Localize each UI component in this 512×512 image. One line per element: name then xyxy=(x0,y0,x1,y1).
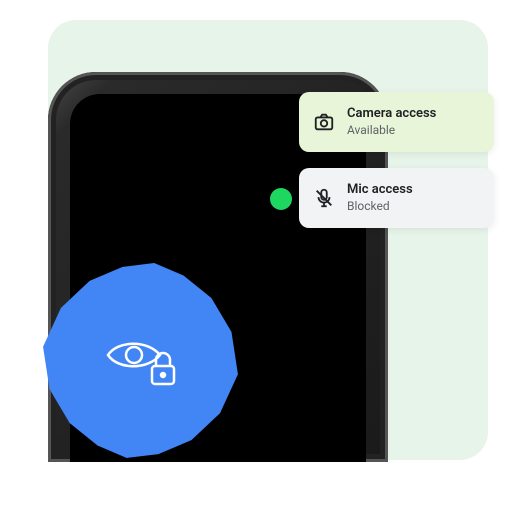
eye-lock-icon xyxy=(100,330,185,390)
camera-icon xyxy=(313,111,335,133)
camera-access-notification: Camera access Available xyxy=(299,92,494,152)
mic-access-notification: Mic access Blocked xyxy=(299,168,494,228)
mic-notification-text: Mic access Blocked xyxy=(347,182,413,213)
mic-title: Mic access xyxy=(347,182,413,198)
mic-off-icon xyxy=(313,187,335,209)
camera-title: Camera access xyxy=(347,106,436,122)
privacy-indicator-dot xyxy=(270,188,292,210)
camera-notification-text: Camera access Available xyxy=(347,106,436,137)
mic-status: Blocked xyxy=(347,199,413,214)
camera-status: Available xyxy=(347,123,436,138)
